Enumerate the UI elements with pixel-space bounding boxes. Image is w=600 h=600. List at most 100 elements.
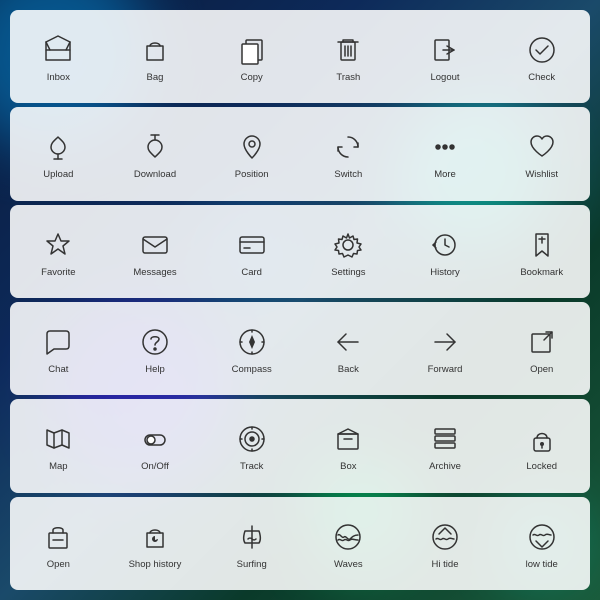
card-label: Card [241,267,262,278]
help-item[interactable]: Help [107,322,204,375]
logout-item[interactable]: Logout [397,30,494,83]
position-item[interactable]: Position [203,127,300,180]
back-item[interactable]: Back [300,322,397,375]
more-label: More [434,169,456,180]
shophistory-item[interactable]: Shop history [107,517,204,570]
compass-label: Compass [232,364,272,375]
open-label: Open [530,364,553,375]
copy-item[interactable]: Copy [203,30,300,83]
bag-label: Bag [147,72,164,83]
waves-item[interactable]: Waves [300,517,397,570]
back-icon [328,322,368,362]
row-2: Upload Download Position Switch More [10,107,590,200]
more-item[interactable]: More [397,127,494,180]
hitide-item[interactable]: Hi tide [397,517,494,570]
trash-item[interactable]: Trash [300,30,397,83]
row-5: Map On/Off Track Box Archive [10,399,590,492]
lowtide-label: low tide [526,559,558,570]
back-label: Back [338,364,359,375]
check-item[interactable]: Check [493,30,590,83]
bag-item[interactable]: Bag [107,30,204,83]
bookmark-label: Bookmark [520,267,563,278]
track-icon [232,419,272,459]
favorite-label: Favorite [41,267,75,278]
switch-icon [328,127,368,167]
download-item[interactable]: Download [107,127,204,180]
waves-label: Waves [334,559,363,570]
locked-item[interactable]: Locked [493,419,590,472]
more-icon [425,127,465,167]
compass-icon [232,322,272,362]
box-icon [328,419,368,459]
inbox-label: Inbox [47,72,70,83]
copy-label: Copy [241,72,263,83]
logout-icon [425,30,465,70]
favorite-item[interactable]: Favorite [10,225,107,278]
surfing-item[interactable]: Surfing [203,517,300,570]
settings-icon [328,225,368,265]
archive-label: Archive [429,461,461,472]
open-icon [522,322,562,362]
history-icon [425,225,465,265]
onoff-label: On/Off [141,461,169,472]
map-icon [38,419,78,459]
open2-item[interactable]: Open [10,517,107,570]
onoff-item[interactable]: On/Off [107,419,204,472]
switch-item[interactable]: Switch [300,127,397,180]
messages-label: Messages [133,267,176,278]
upload-icon [38,127,78,167]
shophistory-icon [135,517,175,557]
track-item[interactable]: Track [203,419,300,472]
inbox-item[interactable]: Inbox [10,30,107,83]
icon-grid: Inbox Bag Copy Trash Logout [10,10,590,590]
hitide-label: Hi tide [432,559,459,570]
check-icon [522,30,562,70]
row-1: Inbox Bag Copy Trash Logout [10,10,590,103]
hitide-icon [425,517,465,557]
settings-item[interactable]: Settings [300,225,397,278]
track-label: Track [240,461,263,472]
forward-label: Forward [428,364,463,375]
upload-item[interactable]: Upload [10,127,107,180]
archive-item[interactable]: Archive [397,419,494,472]
trash-label: Trash [336,72,360,83]
compass-item[interactable]: Compass [203,322,300,375]
switch-label: Switch [334,169,362,180]
inbox-icon [38,30,78,70]
favorite-icon [38,225,78,265]
shophistory-label: Shop history [129,559,182,570]
card-item[interactable]: Card [203,225,300,278]
download-label: Download [134,169,176,180]
forward-item[interactable]: Forward [397,322,494,375]
bookmark-icon [522,225,562,265]
open2-label: Open [47,559,70,570]
map-label: Map [49,461,67,472]
box-item[interactable]: Box [300,419,397,472]
onoff-icon [135,419,175,459]
upload-label: Upload [43,169,73,180]
help-icon [135,322,175,362]
download-icon [135,127,175,167]
lowtide-item[interactable]: low tide [493,517,590,570]
chat-label: Chat [48,364,68,375]
bookmark-item[interactable]: Bookmark [493,225,590,278]
locked-label: Locked [526,461,557,472]
wishlist-item[interactable]: Wishlist [493,127,590,180]
locked-icon [522,419,562,459]
open2-icon [38,517,78,557]
surfing-label: Surfing [237,559,267,570]
open-item[interactable]: Open [493,322,590,375]
map-item[interactable]: Map [10,419,107,472]
logout-label: Logout [430,72,459,83]
row-4: Chat Help Compass Back Forward [10,302,590,395]
messages-item[interactable]: Messages [107,225,204,278]
check-label: Check [528,72,555,83]
trash-icon [328,30,368,70]
history-item[interactable]: History [397,225,494,278]
archive-icon [425,419,465,459]
settings-label: Settings [331,267,365,278]
row-3: Favorite Messages Card Settings History [10,205,590,298]
chat-item[interactable]: Chat [10,322,107,375]
lowtide-icon [522,517,562,557]
surfing-icon [232,517,272,557]
